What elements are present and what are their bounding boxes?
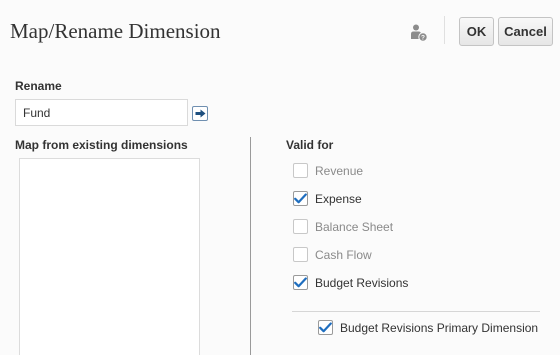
checkmark-icon xyxy=(294,277,307,288)
checkmark-icon xyxy=(294,193,307,204)
checkbox-label: Expense xyxy=(315,191,362,206)
valid-for-option-revenue[interactable]: Revenue xyxy=(293,163,363,178)
checkbox[interactable] xyxy=(293,219,308,234)
checkmark-icon xyxy=(319,322,332,333)
map-label: Map from existing dimensions xyxy=(15,138,188,152)
cancel-button[interactable]: Cancel xyxy=(498,17,553,46)
valid-for-option-budget-revisions[interactable]: Budget Revisions xyxy=(293,275,408,290)
header-divider xyxy=(444,16,445,44)
valid-for-option-expense[interactable]: Expense xyxy=(293,191,362,206)
person-help-icon[interactable]: ? xyxy=(409,23,429,43)
ok-button[interactable]: OK xyxy=(459,17,494,46)
checkbox-label: Cash Flow xyxy=(315,247,372,262)
rename-input[interactable]: Fund xyxy=(15,99,188,126)
checkbox[interactable] xyxy=(318,320,333,335)
arrow-right-icon xyxy=(195,109,205,118)
valid-for-option-budget-revisions-primary-dimension[interactable]: Budget Revisions Primary Dimension xyxy=(318,320,538,335)
valid-for-option-balance-sheet[interactable]: Balance Sheet xyxy=(293,219,393,234)
valid-for-label: Valid for xyxy=(286,138,334,152)
svg-text:?: ? xyxy=(421,35,425,42)
rename-input-value: Fund xyxy=(23,105,51,120)
checkbox-label: Balance Sheet xyxy=(315,219,394,234)
checkbox[interactable] xyxy=(293,191,308,206)
valid-for-option-cash-flow[interactable]: Cash Flow xyxy=(293,247,372,262)
apply-rename-button[interactable] xyxy=(192,106,208,121)
checkbox-label: Revenue xyxy=(315,163,364,178)
checkbox-label: Budget Revisions xyxy=(315,275,409,290)
sub-option-divider xyxy=(292,311,540,312)
checkbox[interactable] xyxy=(293,163,308,178)
column-divider xyxy=(250,137,251,355)
checkbox-label: Budget Revisions Primary Dimension xyxy=(340,320,539,335)
rename-label: Rename xyxy=(15,79,62,93)
dialog-title: Map/Rename Dimension xyxy=(10,19,221,43)
existing-dimensions-list[interactable] xyxy=(19,158,200,355)
checkbox[interactable] xyxy=(293,247,308,262)
checkbox[interactable] xyxy=(293,275,308,290)
